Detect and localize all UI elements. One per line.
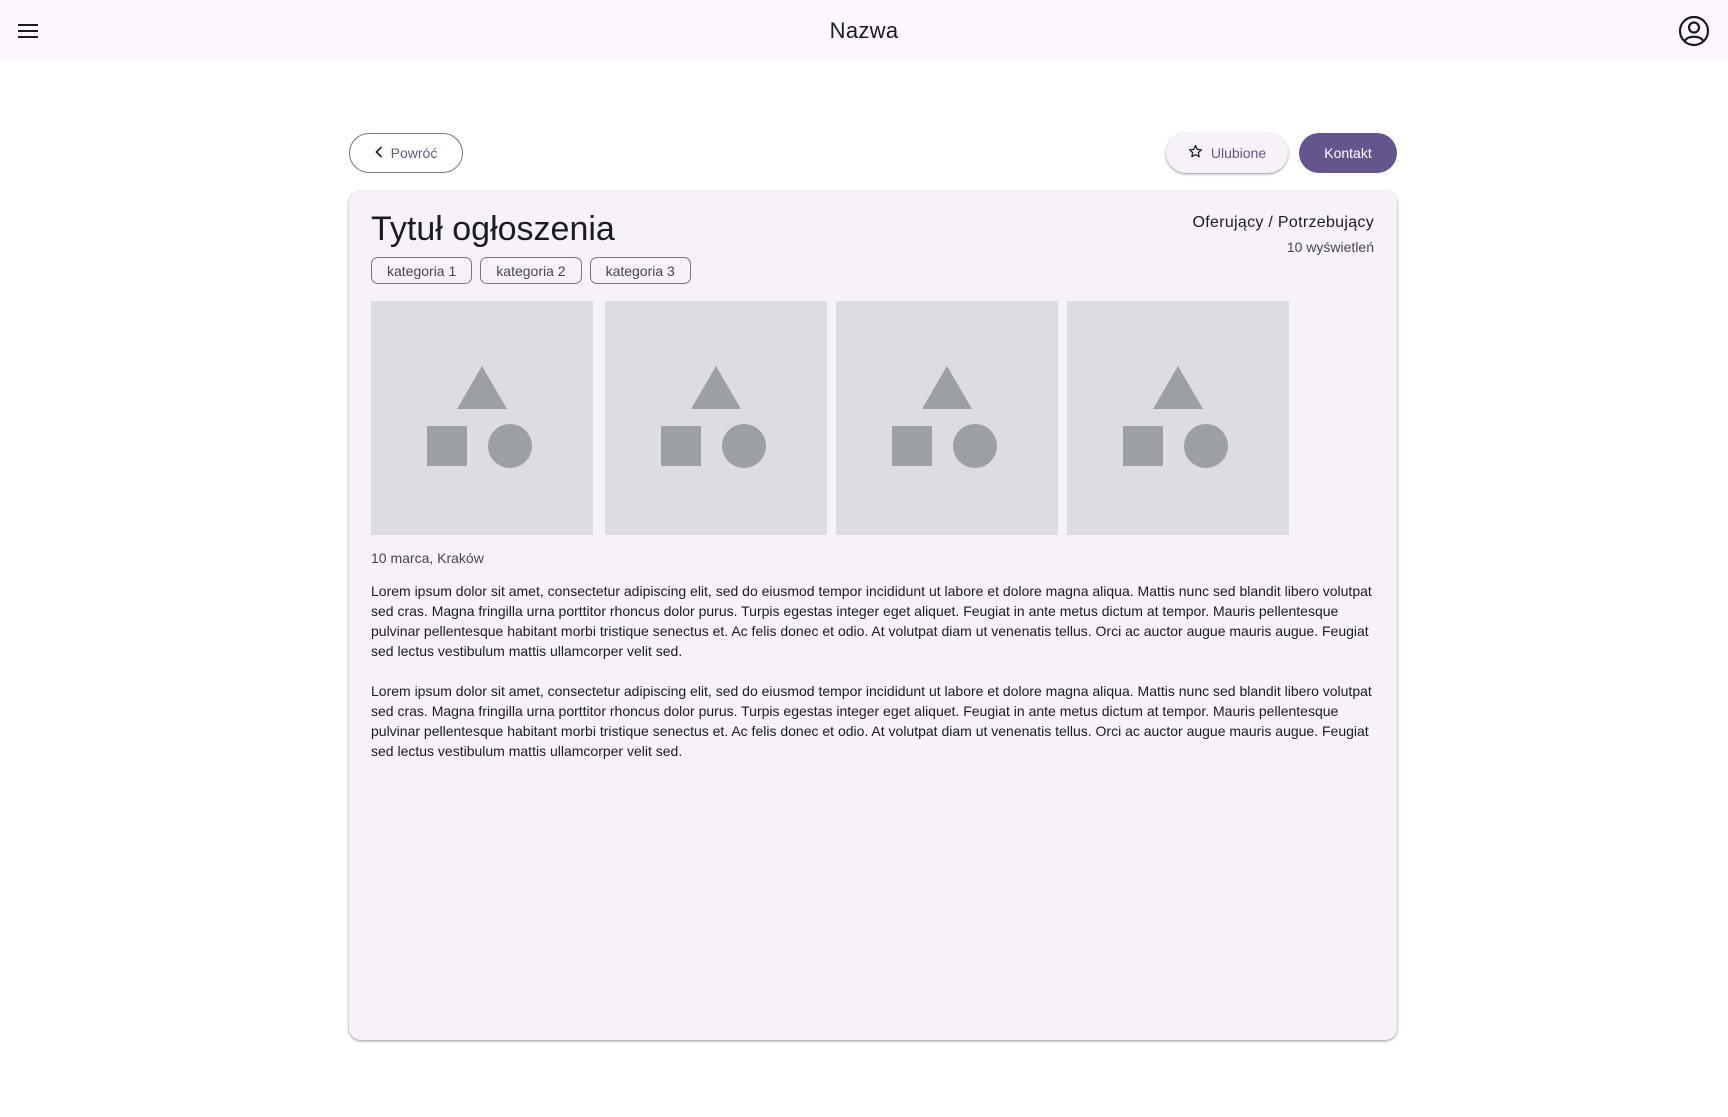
favorite-button[interactable]: Ulubione (1166, 133, 1288, 173)
app-title: Nazwa (829, 18, 899, 43)
description-paragraph: Lorem ipsum dolor sit amet, consectetur … (371, 683, 1372, 759)
photo-thumbnail[interactable] (371, 301, 593, 535)
description-paragraph: Lorem ipsum dolor sit amet, consectetur … (371, 583, 1372, 659)
category-chips: kategoria 1 kategoria 2 kategoria 3 (371, 257, 691, 284)
image-placeholder-icon (427, 366, 532, 468)
listing-card: Tytuł ogłoszenia Oferujący / Potrzebując… (349, 191, 1397, 1040)
star-outline-icon (1188, 144, 1203, 162)
back-button-label: Powróć (390, 145, 438, 161)
category-chip[interactable]: kategoria 1 (371, 257, 473, 284)
category-chip[interactable]: kategoria 3 (589, 257, 691, 284)
category-chip[interactable]: kategoria 2 (480, 257, 582, 284)
favorite-button-label: Ulubione (1210, 145, 1267, 161)
photo-gallery (371, 301, 1371, 535)
photo-thumbnail[interactable] (836, 301, 1058, 535)
contact-button-label: Kontakt (1324, 145, 1372, 161)
image-placeholder-icon (1123, 366, 1228, 468)
image-placeholder-icon (892, 366, 997, 468)
photo-thumbnail[interactable] (1067, 301, 1289, 535)
contact-button[interactable]: Kontakt (1299, 133, 1397, 173)
view-count: 10 wyświetleń (1286, 239, 1374, 255)
photo-thumbnail[interactable] (605, 301, 827, 535)
image-placeholder-icon (661, 366, 766, 468)
top-app-bar: Nazwa (0, 0, 1728, 62)
menu-icon[interactable] (14, 19, 42, 43)
chevron-left-icon (375, 145, 383, 161)
listing-role: Oferujący / Potrzebujący (1192, 214, 1374, 231)
listing-title: Tytuł ogłoszenia (371, 210, 615, 248)
date-location: 10 marca, Kraków (371, 550, 484, 566)
account-circle-icon[interactable] (1677, 14, 1711, 48)
back-button[interactable]: Powróć (349, 133, 463, 173)
